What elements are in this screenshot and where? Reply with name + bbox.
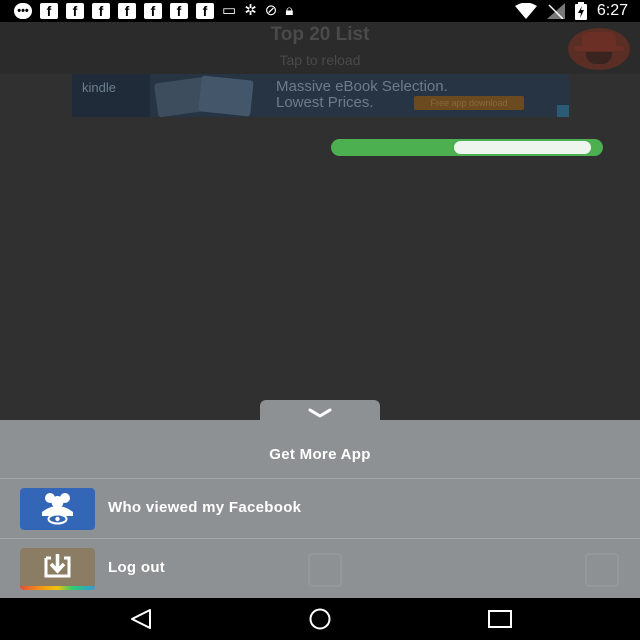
adchoices-icon[interactable] — [557, 105, 569, 117]
back-icon[interactable] — [128, 608, 154, 630]
devices-image — [153, 75, 266, 117]
facebook-icon: f — [196, 3, 214, 19]
who-viewed-app-icon — [20, 488, 95, 530]
people-eye-icon — [42, 493, 73, 525]
list-item-log-out[interactable]: Log out — [0, 539, 640, 598]
status-bar: ••• f f f f f f f ▭ ✲ ⊘ 🔒︎ 6:27 — [0, 0, 640, 22]
lock-icon: 🔒︎ — [285, 2, 294, 19]
list-item-who-viewed[interactable]: Who viewed my Facebook — [0, 479, 640, 538]
sheet-title: Get More App — [269, 446, 371, 463]
facebook-icon: f — [92, 3, 110, 19]
facebook-icon: f — [66, 3, 84, 19]
bottom-sheet: Get More App Who viewed my Facebook Log … — [0, 420, 640, 598]
facebook-icon: f — [118, 3, 136, 19]
ad-brand: kindle — [82, 80, 116, 95]
facebook-icon: f — [40, 3, 58, 19]
kindle-logo: kindle — [72, 74, 150, 117]
chat-icon: ••• — [14, 3, 32, 19]
facebook-icon: f — [144, 3, 162, 19]
loading-bar-highlight — [454, 141, 591, 154]
page-title: Top 20 List — [270, 24, 370, 45]
blocked-icon: ⊘ — [264, 2, 278, 19]
download-box-icon — [44, 554, 71, 578]
ad-headline: Massive eBook Selection. — [276, 78, 448, 95]
ad-subheadline: Lowest Prices. — [276, 94, 374, 111]
share-icon — [585, 553, 619, 587]
system-icons: 6:27 — [514, 2, 628, 20]
share-icon — [308, 553, 342, 587]
app-header[interactable]: Top 20 List Tap to reload — [0, 22, 640, 74]
navigation-bar — [0, 598, 640, 640]
recents-icon[interactable] — [487, 608, 513, 630]
ad-download-button[interactable]: Free app download — [414, 96, 524, 110]
ad-banner[interactable]: kindle Massive eBook Selection. Lowest P… — [72, 74, 569, 117]
wifi-icon — [514, 3, 537, 19]
logout-app-icon — [20, 548, 95, 590]
facebook-icon: f — [170, 3, 188, 19]
chevron-down-icon — [308, 408, 332, 418]
spy-avatar-icon[interactable] — [568, 28, 630, 70]
signal-icon — [546, 3, 565, 19]
fan-icon: ✲ — [244, 2, 257, 19]
list-item-label: Who viewed my Facebook — [108, 499, 302, 516]
list-item-label: Log out — [108, 559, 166, 576]
battery-icon — [574, 2, 587, 20]
home-icon[interactable] — [306, 608, 334, 630]
card-icon: ▭ — [222, 2, 237, 19]
reload-hint[interactable]: Tap to reload — [0, 52, 640, 68]
notification-icons: ••• f f f f f f f ▭ ✲ ⊘ 🔒︎ — [14, 2, 293, 20]
clock: 6:27 — [596, 2, 628, 19]
